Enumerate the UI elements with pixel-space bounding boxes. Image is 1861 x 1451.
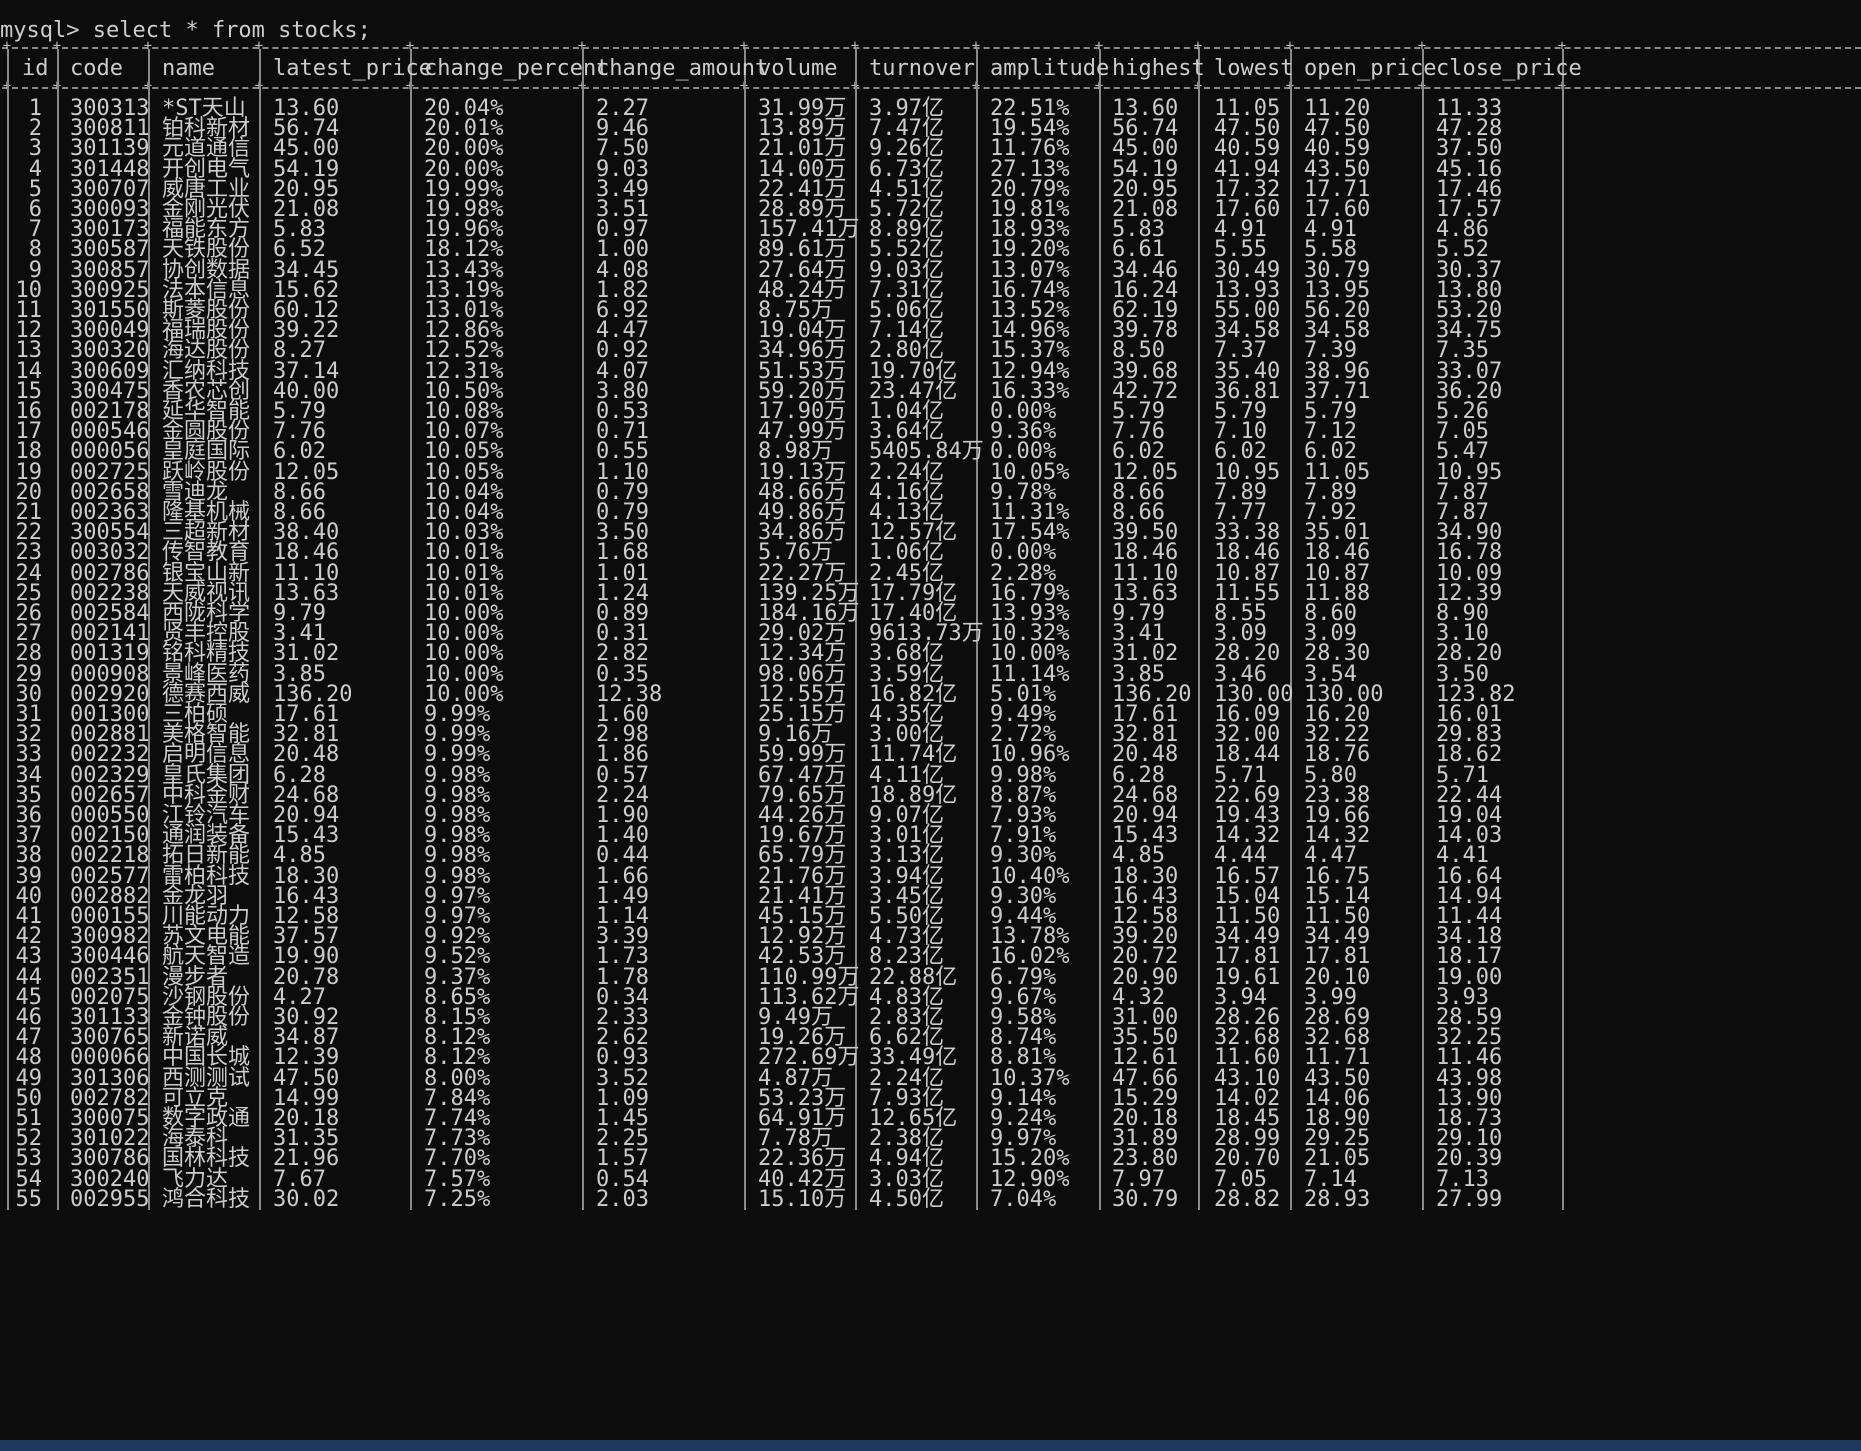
table-cell-open-price: 28.93 bbox=[1304, 1186, 1371, 1212]
column-header: change_percent bbox=[424, 56, 610, 81]
column-header: open_price bbox=[1304, 56, 1437, 81]
column-header: lowest bbox=[1214, 56, 1294, 81]
table-cell-close-price: 27.99 bbox=[1436, 1186, 1503, 1212]
table-cell-name: 鸿合科技 bbox=[162, 1186, 251, 1212]
column-header: turnover bbox=[869, 56, 975, 81]
table-cell-change-amount: 2.03 bbox=[596, 1186, 649, 1212]
table-cell-code: 002955 bbox=[70, 1186, 150, 1212]
table-top-border bbox=[2, 47, 1861, 49]
table-header: id code name latest_price change_percent chan… bbox=[0, 57, 1861, 81]
table-cell-highest: 30.79 bbox=[1112, 1186, 1179, 1212]
column-header: code bbox=[70, 56, 123, 81]
table-cell-latest-price: 30.02 bbox=[273, 1186, 340, 1212]
terminal-window[interactable]: mysql> select * from stocks; + + + + + + + + + + +… bbox=[0, 0, 1861, 1440]
table-header-border bbox=[2, 87, 1861, 89]
table-cell-lowest: 28.82 bbox=[1214, 1186, 1281, 1212]
column-header: latest_price bbox=[273, 56, 432, 81]
table-cell-volume: 15.10万 bbox=[758, 1186, 847, 1212]
table-cell-amplitude: 7.04% bbox=[990, 1186, 1057, 1212]
taskbar bbox=[0, 1440, 1861, 1451]
table-cell-change-percent: 7.25% bbox=[424, 1186, 491, 1212]
column-header: close_price bbox=[1436, 56, 1582, 81]
column-header: highest bbox=[1112, 56, 1205, 81]
table-row: 55 002955 鸿合科技 30.02 7.25% 2.03 15.10万 4.50亿 7.0… bbox=[0, 1186, 1861, 1212]
sql-command: select * from stocks; bbox=[92, 18, 371, 43]
column-header: amplitude bbox=[990, 56, 1110, 81]
column-header: id bbox=[22, 56, 49, 81]
mysql-prompt: mysql> bbox=[0, 18, 80, 43]
table-cell-turnover: 4.50亿 bbox=[869, 1186, 944, 1212]
column-header: volume bbox=[758, 56, 838, 81]
table-cell-id: 55 bbox=[15, 1186, 43, 1212]
column-header: change_amount bbox=[596, 56, 769, 81]
column-header: name bbox=[162, 56, 215, 81]
